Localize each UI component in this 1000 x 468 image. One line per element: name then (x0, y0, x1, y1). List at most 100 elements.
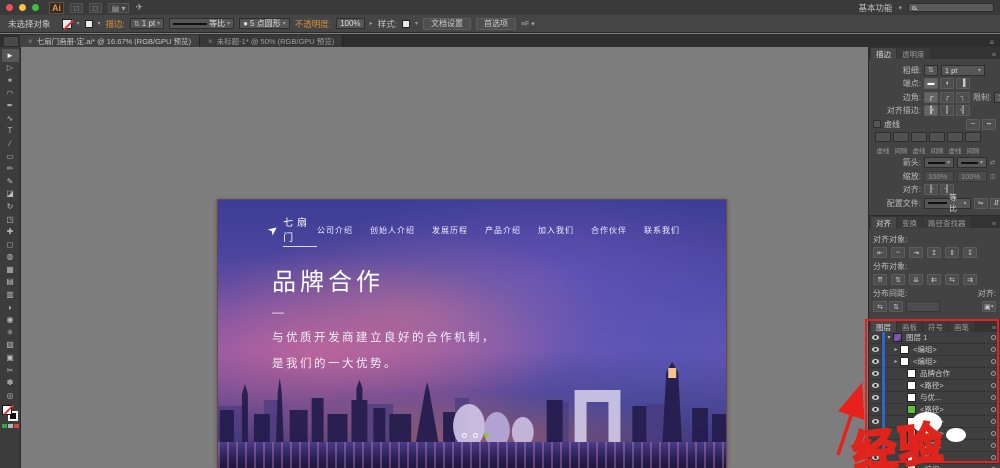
tab-scroll-stub[interactable] (4, 37, 18, 46)
layer-target-icon[interactable] (991, 395, 996, 400)
brush-definition-dropdown[interactable]: ● 5 点圆形 ▾ (239, 18, 290, 29)
layer-row[interactable]: ▾图层 1 (869, 332, 1000, 344)
spacing-value-field[interactable] (906, 301, 940, 312)
fill-stroke-control[interactable] (2, 405, 18, 421)
panel-menu-icon[interactable]: ≡ (988, 221, 1000, 228)
chevron-down-icon[interactable]: ▾ (283, 20, 286, 27)
visibility-toggle[interactable] (869, 403, 882, 415)
stroke-chevron-icon[interactable]: ▾ (98, 20, 101, 27)
dash-value-field[interactable] (893, 132, 909, 142)
visibility-toggle[interactable] (869, 463, 882, 468)
workspace-switcher[interactable]: 基本功能 (858, 2, 892, 14)
perspective-grid-tool[interactable]: ▦ (2, 263, 19, 276)
weight-dropdown[interactable]: 1 pt▾ (941, 65, 985, 76)
variable-width-profile-dropdown[interactable]: 等比 ▾ (169, 18, 234, 29)
gradient-mode-icon[interactable] (8, 424, 13, 428)
dashed-option-button[interactable]: ╍ (982, 119, 996, 130)
layer-row[interactable]: <路径> (869, 404, 1000, 416)
preferences-button[interactable]: 首选项 (476, 18, 516, 30)
zoom-window-button[interactable] (32, 4, 39, 11)
layer-target-icon[interactable] (991, 359, 996, 364)
tab-align-0[interactable]: 对齐 (871, 217, 896, 228)
free-transform-tool[interactable]: ◻ (2, 238, 19, 251)
layer-target-icon[interactable] (991, 347, 996, 352)
chevron-down-icon[interactable]: ▾ (157, 20, 160, 27)
dash-value-field[interactable] (965, 132, 981, 142)
stroke-link[interactable]: 描边: (106, 18, 125, 30)
corner-button[interactable]: ┐ (956, 92, 970, 103)
visibility-toggle[interactable] (869, 367, 882, 379)
distribute-object-button[interactable]: ⇇ (927, 274, 941, 285)
opacity-link[interactable]: 不透明度: (295, 18, 331, 30)
layer-row[interactable]: <路径> (869, 416, 1000, 428)
document-setup-button[interactable]: 文档设置 (423, 18, 471, 30)
layer-target-icon[interactable] (991, 383, 996, 388)
visibility-toggle[interactable] (869, 415, 882, 427)
profile-flip-button[interactable]: ⇋ (974, 198, 988, 209)
bridge-icon[interactable]: □ (70, 3, 83, 13)
dash-value-field[interactable] (911, 132, 927, 142)
stroke-swatch[interactable] (85, 20, 93, 28)
distribute-object-button[interactable]: ⇈ (873, 274, 887, 285)
align-object-button[interactable]: ⇥ (909, 247, 923, 258)
stepper-icon[interactable]: ⇅ (134, 20, 140, 28)
tab-stroke-0[interactable]: 描边 (871, 48, 896, 59)
distribute-object-button[interactable]: ⇆ (945, 274, 959, 285)
more-options-icon[interactable]: ≡F ▾ (521, 20, 535, 28)
opacity-chevron-icon[interactable]: ▸ (370, 20, 373, 27)
arrange-documents-icon[interactable]: ▤ ▾ (108, 3, 130, 13)
paintbrush-tool[interactable]: ✏ (2, 162, 19, 175)
mesh-tool[interactable]: ▤ (2, 276, 19, 289)
profile-dropdown[interactable]: 等比▾ (924, 198, 971, 209)
lasso-tool[interactable]: ◠ (2, 87, 19, 100)
align-object-button[interactable]: ⇕ (945, 247, 959, 258)
align-object-button[interactable]: ⇔ (891, 247, 905, 258)
tab-layers-3[interactable]: 画笔 (949, 321, 974, 332)
layer-target-icon[interactable] (991, 455, 996, 460)
canvas[interactable]: ➤ 七扇门 公司介绍创始人介绍发展历程产品介绍加入我们合作伙伴联系我们 品牌合作… (21, 47, 868, 468)
layer-row[interactable]: ▸<编组> (869, 356, 1000, 368)
type-tool[interactable]: T (2, 125, 19, 138)
arrow-scale-end-field[interactable]: 100% (957, 171, 987, 182)
align-stroke-button[interactable]: ║ (940, 105, 954, 116)
rotate-tool[interactable]: ↻ (2, 200, 19, 213)
layer-expand-icon[interactable]: ▸ (892, 358, 900, 365)
visibility-toggle[interactable] (869, 355, 882, 367)
align-object-button[interactable]: ↧ (963, 247, 977, 258)
dash-value-field[interactable] (875, 132, 891, 142)
chevron-down-icon[interactable]: ▾ (227, 20, 230, 27)
tab-layers-2[interactable]: 符号 (923, 321, 948, 332)
style-chevron-icon[interactable]: ▾ (415, 20, 418, 27)
link-scale-icon[interactable]: ◫ (990, 173, 996, 180)
distribute-spacing-button[interactable]: ⇆ (873, 301, 887, 312)
column-graph-tool[interactable]: ▨ (2, 339, 19, 352)
corner-button[interactable]: ╭ (940, 92, 954, 103)
panel-menu-icon[interactable]: ≡ (988, 325, 1000, 332)
search-input[interactable] (908, 3, 994, 12)
none-mode-icon[interactable] (14, 424, 19, 428)
rectangle-tool[interactable]: ▭ (2, 150, 19, 163)
stock-icon[interactable]: □ (89, 3, 102, 13)
document-tab[interactable]: ×七扇门画册-定.ai* @ 16.67% (RGB/GPU 预览) (20, 35, 200, 47)
swap-arrowheads-icon[interactable]: ⇄ (990, 159, 995, 166)
align-to-dropdown[interactable]: ▣▾ (982, 301, 996, 312)
visibility-toggle[interactable] (869, 343, 882, 355)
layer-target-icon[interactable] (991, 335, 996, 340)
visibility-toggle[interactable] (869, 332, 882, 344)
panel-menu-icon[interactable]: ≡ (988, 52, 1000, 59)
arrow-scale-start-field[interactable]: 100% (924, 171, 954, 182)
zoom-tool[interactable]: ◎ (2, 389, 19, 402)
shape-builder-tool[interactable]: ◍ (2, 251, 19, 264)
width-tool[interactable]: ✚ (2, 225, 19, 238)
fill-swatch[interactable] (62, 19, 72, 29)
tab-align-2[interactable]: 路径查找器 (923, 217, 971, 228)
layer-row[interactable]: <路径> (869, 380, 1000, 392)
blend-tool[interactable]: ◉ (2, 313, 19, 326)
slice-tool[interactable]: ✂ (2, 364, 19, 377)
layer-row[interactable]: ▸<编组> (869, 344, 1000, 356)
artboard-tool[interactable]: ▣ (2, 351, 19, 364)
dashed-option-button[interactable]: ╌ (966, 119, 980, 130)
layer-target-icon[interactable] (991, 371, 996, 376)
layer-target-icon[interactable] (991, 443, 996, 448)
tab-stroke-1[interactable]: 透明度 (897, 48, 930, 59)
